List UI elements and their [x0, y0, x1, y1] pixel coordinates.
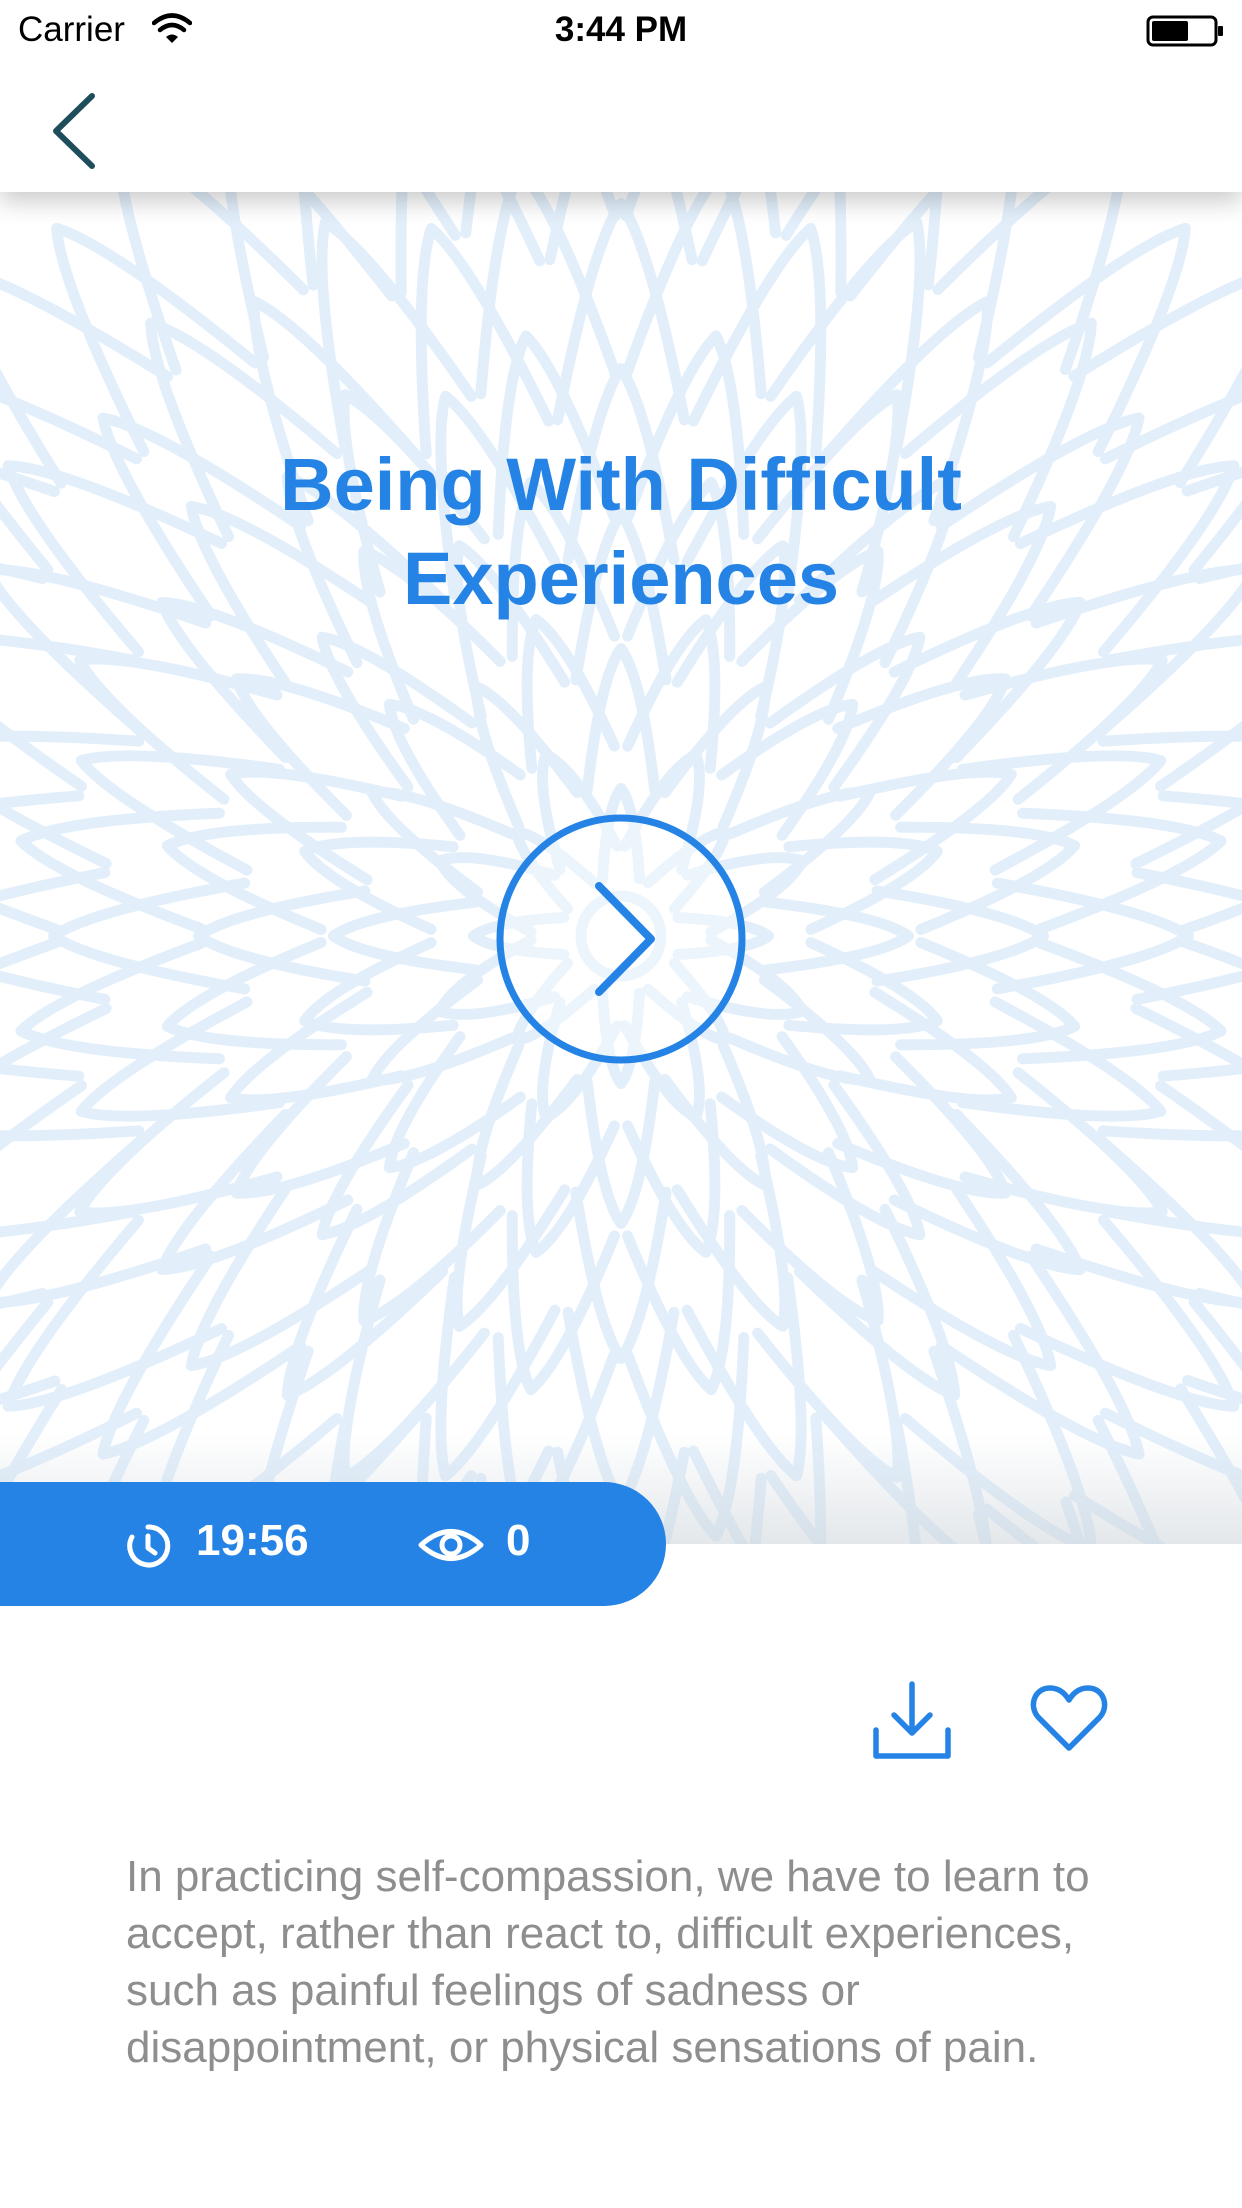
views-count: 0: [506, 1516, 531, 1565]
mandala-petal: [764, 1079, 926, 1241]
hero-banner: Being With Difficult Experiences: [0, 192, 1242, 1544]
session-meta-pill: 19:56 0: [0, 1482, 666, 1606]
mandala-petal: [991, 877, 1194, 995]
timer-icon: [127, 1524, 171, 1568]
back-button[interactable]: [36, 76, 116, 176]
mandala-petal: [185, 1183, 374, 1372]
favorite-button[interactable]: [1030, 1682, 1108, 1754]
play-button[interactable]: [496, 814, 746, 1064]
mandala-petal: [552, 198, 690, 426]
mandala-petal: [97, 1250, 307, 1460]
heart-icon: [1030, 1685, 1108, 1751]
download-button[interactable]: [872, 1680, 952, 1760]
mandala-petal: [48, 877, 251, 995]
session-description: In practicing self-compassion, we have t…: [126, 1852, 1090, 2072]
eye-icon: [418, 1529, 484, 1561]
duration-value: 19:56: [196, 1516, 309, 1565]
mandala-petal: [932, 192, 1124, 375]
download-icon: [873, 1681, 951, 1759]
mandala-petal: [868, 1183, 1057, 1372]
battery-icon: [1146, 15, 1223, 47]
mandala-petal: [316, 1079, 478, 1241]
session-title: Being With Difficult Experiences: [280, 443, 962, 620]
mandala-petal: [316, 631, 478, 793]
mandala-petal: [118, 192, 309, 376]
mandala-petal: [764, 631, 926, 793]
status-time: 3:44 PM: [554, 10, 688, 49]
mandala-petal: [935, 1250, 1145, 1460]
status-bar: Carrier 3:44 PM: [0, 0, 1242, 60]
nav-bar: [0, 60, 1242, 192]
chevron-left-icon: [53, 93, 95, 169]
